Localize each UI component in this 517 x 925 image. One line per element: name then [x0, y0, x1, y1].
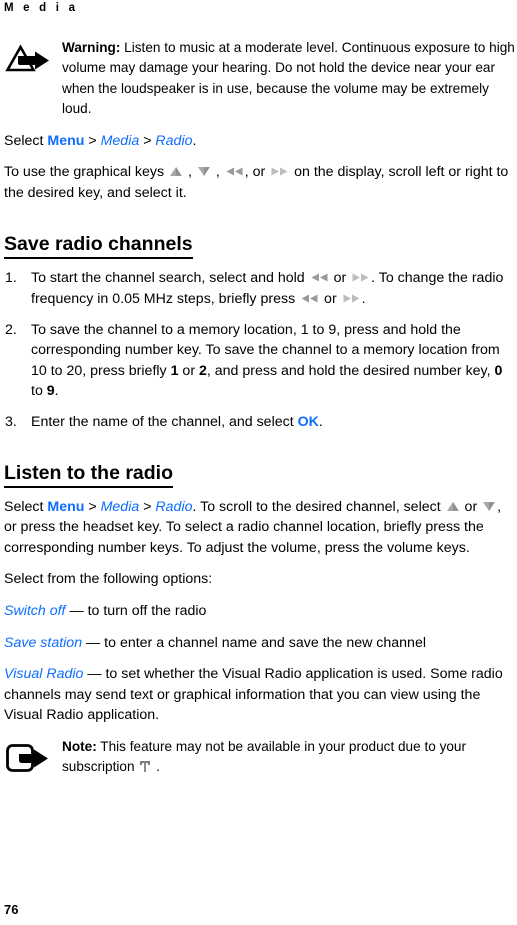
save-radio-channels-heading: Save radio channels: [4, 232, 193, 260]
intro-graphical-keys: To use the graphical keys , , , or on th…: [4, 162, 517, 203]
running-header: M e d i a: [4, 2, 79, 14]
step-2-to: to: [31, 383, 47, 400]
rewind-key-icon[interactable]: [225, 165, 244, 178]
rewind-key-icon[interactable]: [300, 292, 319, 305]
warning-triangle-arrow-icon: [5, 44, 53, 74]
warning-body: Listen to music at a moderate level. Con…: [62, 40, 515, 117]
fast-forward-key-icon[interactable]: [270, 165, 289, 178]
scroll-down-key-icon[interactable]: [197, 165, 211, 178]
option-dash: —: [65, 602, 88, 619]
graphical-keys-prefix: To use the graphical keys: [4, 164, 169, 181]
option-name[interactable]: Save station: [4, 635, 82, 651]
gk-comma-1: ,: [184, 164, 196, 181]
path-sep-2: >: [139, 498, 156, 515]
path-sep-2: >: [139, 132, 156, 149]
fast-forward-key-icon[interactable]: [342, 292, 361, 305]
note-body-before: This feature may not be available in you…: [62, 738, 467, 775]
warning-icon-cell: [4, 38, 62, 74]
menu-link[interactable]: Menu: [47, 133, 84, 149]
listen-intro-paragraph: Select Menu > Media > Radio. To scroll t…: [4, 497, 517, 559]
key-2-label: 2: [198, 362, 207, 379]
menu-link[interactable]: Menu: [47, 499, 84, 515]
save-radio-channels-section: Save radio channels: [4, 214, 517, 268]
step-1-part1: To start the channel search, select and …: [31, 270, 309, 287]
radio-link[interactable]: Radio: [155, 499, 192, 515]
warning-text: Warning: Listen to music at a moderate l…: [62, 38, 517, 120]
page-content: Warning: Listen to music at a moderate l…: [4, 38, 517, 789]
ok-button-label[interactable]: OK: [298, 414, 319, 430]
key-9-label: 9: [46, 383, 55, 400]
step-number: 2.: [5, 321, 17, 338]
intro-select-path: Select Menu > Media > Radio.: [4, 131, 517, 152]
step-number: 3.: [5, 413, 17, 430]
listen-to-the-radio-section: Listen to the radio: [4, 443, 517, 497]
option-name[interactable]: Switch off: [4, 603, 66, 619]
listen-para-mid: . To scroll to the desired channel, sele…: [192, 498, 445, 515]
option-description: to enter a channel name and save the new…: [104, 634, 426, 651]
fast-forward-key-icon[interactable]: [351, 271, 370, 284]
step-item: 2. To save the channel to a memory locati…: [4, 320, 517, 402]
option-switch-off: Switch off — to turn off the radio: [4, 601, 517, 622]
save-radio-channels-steps: 1. To start the channel search, select an…: [4, 268, 517, 432]
network-service-icon: [139, 759, 151, 773]
scroll-up-key-icon[interactable]: [446, 500, 460, 513]
option-name[interactable]: Visual Radio: [4, 666, 83, 682]
note-icon-cell: [4, 737, 62, 775]
rewind-key-icon[interactable]: [310, 271, 329, 284]
option-visual-radio: Visual Radio — to set whether the Visual…: [4, 664, 517, 726]
step-item: 3. Enter the name of the channel, and sel…: [4, 412, 517, 433]
intro-period: .: [192, 132, 197, 149]
options-intro: Select from the following options:: [4, 571, 213, 588]
gk-or: , or: [244, 164, 270, 181]
listen-para-or: or: [460, 498, 482, 515]
listen-select-prefix: Select: [4, 498, 48, 515]
step-2-or: or: [178, 362, 199, 379]
note-label: Note:: [62, 738, 97, 754]
note-rounded-square-arrow-icon: [5, 743, 53, 775]
step-1-or-2: or: [320, 291, 341, 307]
scroll-down-key-icon[interactable]: [482, 500, 496, 513]
intro-select-prefix: Select: [4, 132, 48, 149]
option-dash: —: [82, 634, 105, 651]
step-1-or-1: or: [329, 270, 351, 287]
step-3-part2: .: [318, 413, 323, 430]
scroll-up-key-icon[interactable]: [169, 165, 183, 178]
step-number: 1.: [5, 270, 17, 287]
gk-comma-2: ,: [211, 164, 224, 181]
media-link[interactable]: Media: [101, 499, 140, 515]
option-description: to turn off the radio: [87, 602, 207, 619]
warning-label: Warning:: [62, 40, 121, 55]
radio-link[interactable]: Radio: [155, 133, 192, 149]
option-save-station: Save station — to enter a channel name a…: [4, 633, 517, 654]
step-item: 1. To start the channel search, select an…: [4, 268, 517, 309]
note-block: Note: This feature may not be available …: [4, 737, 517, 778]
page-number: 76: [4, 902, 19, 917]
warning-block: Warning: Listen to music at a moderate l…: [4, 38, 517, 120]
key-0-label: 0: [494, 362, 503, 379]
step-2-part3: .: [54, 383, 59, 400]
option-dash: —: [83, 666, 106, 683]
path-sep-1: >: [84, 132, 101, 149]
note-text: Note: This feature may not be available …: [62, 737, 517, 778]
document-page: M e d i a Warning: Listen to music at a …: [0, 0, 517, 925]
listen-to-the-radio-heading: Listen to the radio: [4, 461, 174, 488]
step-3-part1: Enter the name of the channel, and selec…: [31, 413, 298, 430]
step-1-part3: .: [361, 291, 366, 307]
path-sep-1: >: [84, 498, 101, 515]
media-link[interactable]: Media: [101, 133, 140, 149]
note-body-after: .: [152, 759, 160, 775]
step-2-part2: , and press and hold the desired number …: [206, 362, 495, 379]
